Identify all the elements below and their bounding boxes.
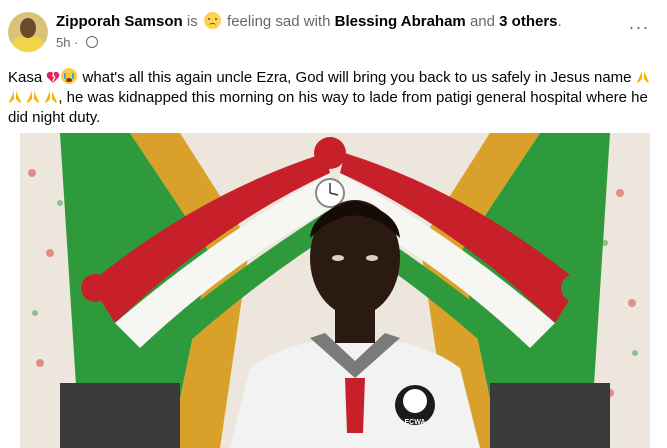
post-body-end: , he was kidnapped this morning on his w… — [8, 89, 648, 126]
tagged-person-link[interactable]: Blessing Abraham — [335, 13, 466, 30]
post-body-middle: what's all this again uncle Ezra, God wi… — [82, 69, 632, 86]
is-text: is — [186, 13, 198, 30]
others-link[interactable]: 3 others — [499, 13, 557, 30]
post-meta: 5h · — [56, 35, 99, 50]
praying-hands-icon — [27, 91, 40, 103]
meta-separator: · — [74, 35, 79, 50]
photo-illustration — [20, 133, 650, 448]
more-options-button[interactable]: ··· — [627, 18, 651, 44]
praying-hands-icon — [636, 71, 649, 83]
broken-heart-icon — [47, 71, 60, 83]
post-header: Zipporah Samson is feeling sad with Bles… — [0, 0, 667, 58]
author-avatar[interactable] — [8, 12, 48, 52]
timestamp-link[interactable]: 5h — [56, 35, 70, 50]
praying-hands-icon — [9, 91, 21, 103]
feeling-text: feeling sad with — [227, 13, 331, 30]
sad-face-icon — [203, 12, 221, 29]
shirt-badge-text: ECWA — [404, 419, 426, 426]
period-text: . — [557, 13, 562, 30]
post-photo[interactable]: ECWA — [20, 133, 650, 448]
avatar-face — [20, 18, 36, 38]
globe-icon — [86, 36, 99, 48]
author-name-link[interactable]: Zipporah Samson — [56, 13, 183, 30]
post-body: Kasa what's all this again uncle Ezra, G… — [8, 68, 658, 128]
post-body-start: Kasa — [8, 69, 43, 86]
and-text: and — [469, 13, 495, 30]
post-header-line: Zipporah Samson is feeling sad with Bles… — [56, 12, 562, 32]
praying-hands-icon — [45, 91, 58, 103]
crying-face-icon — [61, 68, 78, 84]
avatar-body — [12, 36, 44, 52]
